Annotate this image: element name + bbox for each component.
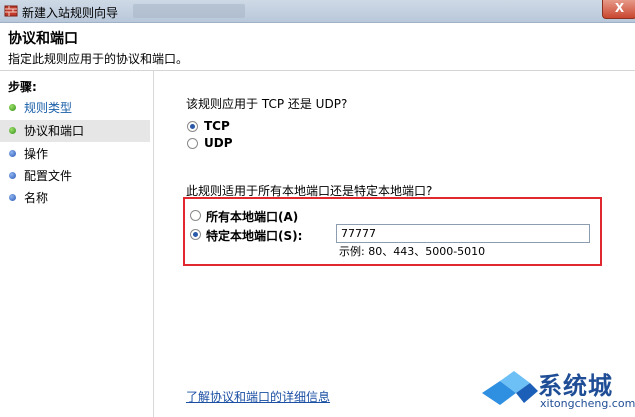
specific-ports-radio[interactable] bbox=[190, 229, 201, 240]
step-label: 协议和端口 bbox=[24, 124, 85, 138]
blurred-region bbox=[133, 4, 245, 18]
window-title: 新建入站规则向导 bbox=[22, 6, 119, 20]
tcp-radio[interactable] bbox=[187, 121, 198, 132]
steps-panel: 步骤: 规则类型 协议和端口 操作 配置文件 名称 bbox=[0, 71, 154, 417]
ports-example: 示例: 80、443、5000-5010 bbox=[339, 245, 486, 258]
watermark-domain: xitongcheng.com bbox=[540, 397, 635, 410]
specific-ports-input[interactable] bbox=[336, 224, 590, 243]
all-ports-label[interactable]: 所有本地端口(A) bbox=[206, 208, 298, 225]
status-dot-icon bbox=[9, 150, 16, 157]
status-dot-icon bbox=[9, 194, 16, 201]
step-name[interactable]: 名称 bbox=[0, 187, 150, 209]
firewall-shield-icon bbox=[4, 5, 18, 17]
protocol-ports-help-link[interactable]: 了解协议和端口的详细信息 bbox=[186, 388, 330, 405]
step-label: 操作 bbox=[24, 147, 49, 161]
step-label: 配置文件 bbox=[24, 169, 73, 183]
close-button[interactable]: X bbox=[602, 0, 635, 19]
step-label: 名称 bbox=[24, 191, 49, 205]
protocol-question: 该规则应用于 TCP 还是 UDP? bbox=[186, 97, 348, 111]
wizard-header: 协议和端口 指定此规则应用于的协议和端口。 bbox=[0, 23, 635, 71]
udp-label[interactable]: UDP bbox=[204, 136, 233, 150]
tcp-label[interactable]: TCP bbox=[204, 119, 230, 133]
specific-ports-label[interactable]: 特定本地端口(S): bbox=[206, 227, 302, 244]
page-title: 协议和端口 bbox=[8, 31, 78, 47]
page-subtitle: 指定此规则应用于的协议和端口。 bbox=[8, 52, 189, 66]
status-dot-icon bbox=[9, 172, 16, 179]
title-bar: 新建入站规则向导 X bbox=[0, 0, 635, 23]
step-protocol-ports[interactable]: 协议和端口 bbox=[0, 120, 150, 142]
watermark-brand: 系统城 bbox=[538, 372, 613, 400]
step-rule-type[interactable]: 规则类型 bbox=[0, 97, 150, 119]
steps-heading: 步骤: bbox=[8, 80, 37, 94]
step-label: 规则类型 bbox=[24, 101, 73, 115]
status-dot-icon bbox=[9, 127, 16, 134]
status-dot-icon bbox=[9, 104, 16, 111]
step-profile[interactable]: 配置文件 bbox=[0, 165, 150, 187]
all-ports-radio[interactable] bbox=[190, 210, 201, 221]
udp-radio[interactable] bbox=[187, 138, 198, 149]
step-action[interactable]: 操作 bbox=[0, 143, 150, 165]
